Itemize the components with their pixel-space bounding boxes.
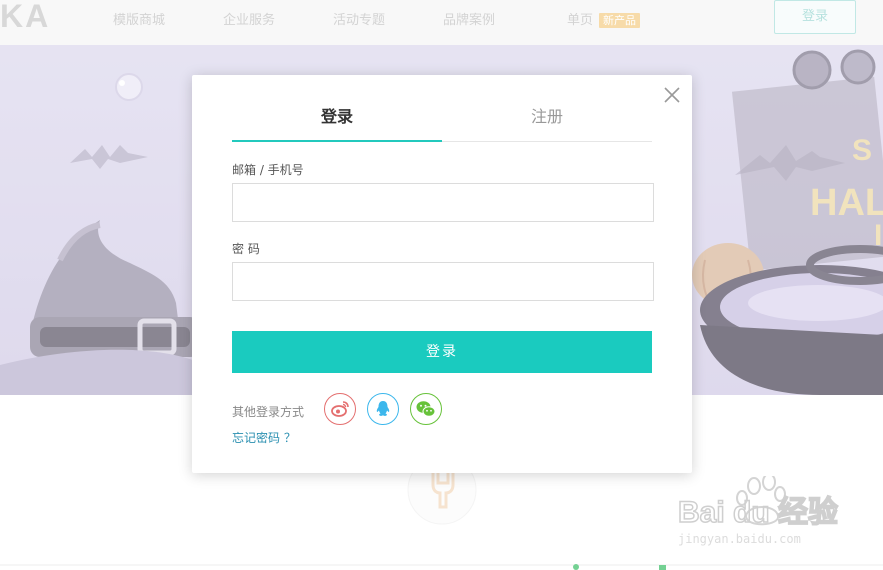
forgot-password-link[interactable]: 忘记密码 ？	[232, 429, 296, 446]
watermark-domain: jingyan.baidu.com	[678, 532, 801, 546]
qq-icon	[376, 401, 390, 416]
close-button[interactable]	[662, 85, 682, 105]
login-submit-button[interactable]: 登录	[232, 331, 652, 373]
email-field-label: 邮箱 / 手机号	[232, 163, 304, 177]
auth-tabs: 登录 注册	[232, 99, 652, 142]
watermark-brand-text: Bai du 经验	[678, 495, 838, 529]
wechat-icon	[416, 401, 436, 417]
tab-login[interactable]: 登录	[232, 99, 442, 142]
weibo-login-button[interactable]	[324, 393, 356, 425]
qq-login-button[interactable]	[367, 393, 399, 425]
login-modal: 登录 注册 邮箱 / 手机号 密 码 登录 其他登录方式 忘记密码 ？	[192, 75, 692, 473]
tab-register[interactable]: 注册	[442, 99, 652, 141]
other-login-label: 其他登录方式	[232, 405, 305, 419]
password-field[interactable]	[232, 262, 654, 301]
wechat-login-button[interactable]	[410, 393, 442, 425]
email-field[interactable]	[232, 183, 654, 222]
weibo-icon	[331, 401, 349, 417]
close-icon	[664, 87, 680, 103]
password-field-label: 密 码	[232, 242, 260, 256]
